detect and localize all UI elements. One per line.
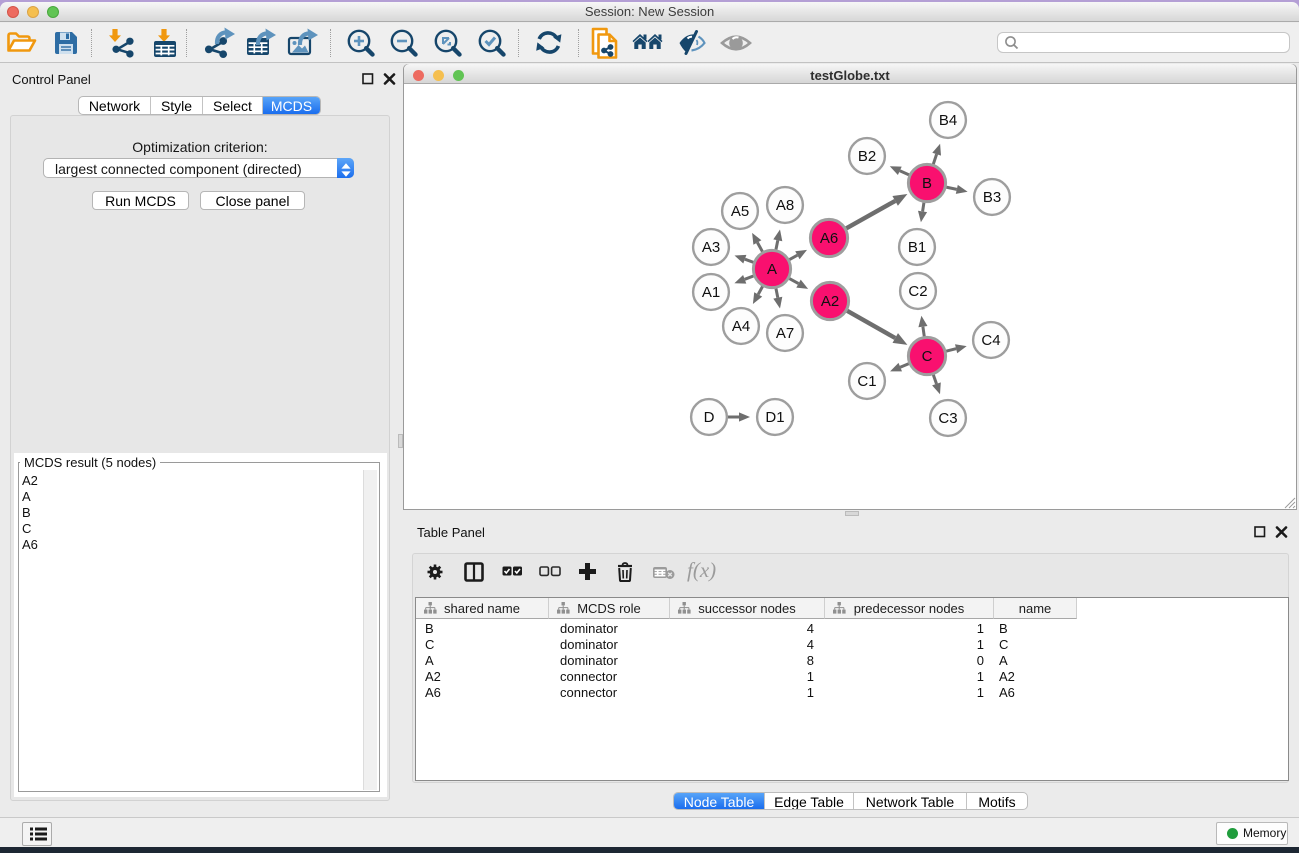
svg-text:B3: B3 xyxy=(983,189,1001,206)
svg-text:B1: B1 xyxy=(908,239,926,256)
svg-text:A4: A4 xyxy=(732,318,750,335)
svg-text:A1: A1 xyxy=(702,284,720,301)
svg-text:C3: C3 xyxy=(938,410,957,427)
svg-text:A5: A5 xyxy=(731,203,749,220)
svg-text:D1: D1 xyxy=(765,409,784,426)
svg-text:C1: C1 xyxy=(857,373,876,390)
svg-text:B: B xyxy=(922,175,932,192)
svg-text:C: C xyxy=(922,348,933,365)
svg-text:A6: A6 xyxy=(820,230,838,247)
svg-text:A8: A8 xyxy=(776,197,794,214)
svg-text:D: D xyxy=(704,409,715,426)
svg-text:B4: B4 xyxy=(939,112,957,129)
svg-text:B2: B2 xyxy=(858,148,876,165)
svg-text:A: A xyxy=(767,261,777,278)
svg-text:C4: C4 xyxy=(981,332,1000,349)
svg-text:A7: A7 xyxy=(776,325,794,342)
svg-text:C2: C2 xyxy=(908,283,927,300)
svg-text:A2: A2 xyxy=(821,293,839,310)
svg-text:A3: A3 xyxy=(702,239,720,256)
